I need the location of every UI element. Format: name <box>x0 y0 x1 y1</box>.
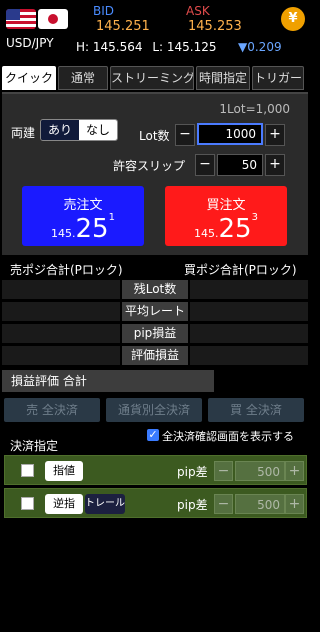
slippage-minus-button[interactable]: − <box>195 154 215 176</box>
sell-order-label: 売注文 <box>63 198 103 213</box>
sell-position-total-label: 売ポジ合計(Pロック) <box>10 263 123 277</box>
limit-exit-row: 指値 pip差 − 500 + <box>4 455 307 485</box>
tab-time[interactable]: 時間指定 <box>196 66 250 90</box>
buy-position-total-label: 買ポジ合計(Pロック) <box>184 263 297 277</box>
stop-pip-diff-label: pip差 <box>177 498 208 512</box>
remaining-lots-label: 残Lot数 <box>122 280 188 299</box>
limit-pip-input[interactable]: 500 <box>235 461 285 481</box>
price-change: ▼0.209 <box>238 40 282 54</box>
currency-pair[interactable]: USD/JPY <box>6 36 54 50</box>
buy-price: 145.253 <box>194 212 258 244</box>
slippage-input[interactable]: 50 <box>217 154 263 176</box>
currency-settle-all-button[interactable]: 通貨別全決済 <box>106 398 202 422</box>
high-low: H: 145.564 L: 145.125 <box>76 40 217 54</box>
sell-order-button[interactable]: 売注文 145.251 <box>22 186 144 246</box>
stop-minus-button[interactable]: − <box>214 494 233 514</box>
both-side-label: 両建 <box>11 126 36 140</box>
bid-price: 145.251 <box>96 19 150 34</box>
sell-pip-value <box>2 324 120 343</box>
confirm-label: 全決済確認画面を表示する <box>162 430 294 443</box>
eval-total-label: 損益評価 合計 <box>2 370 214 392</box>
stop-exit-row: 逆指 トレール pip差 − 500 + <box>4 488 307 518</box>
both-side-yes[interactable]: あり <box>41 120 79 140</box>
us-flag-icon <box>6 9 36 29</box>
tab-normal[interactable]: 通常 <box>58 66 108 90</box>
sell-eval-value <box>2 346 120 365</box>
buy-eval-value <box>190 346 308 365</box>
lot-label: Lot数 <box>139 129 170 143</box>
quote-header: USD/JPY BID ASK 145.251 145.253 H: 145.5… <box>0 0 310 64</box>
buy-order-label: 買注文 <box>206 198 246 213</box>
limit-checkbox[interactable] <box>21 464 34 477</box>
sell-avg-value <box>2 302 120 321</box>
order-type-tabs: クイック 通常 ストリーミング 時間指定 トリガー <box>0 66 310 90</box>
settle-spec-label: 決済指定 <box>10 439 59 453</box>
limit-label[interactable]: 指値 <box>45 461 83 481</box>
confirm-checkbox[interactable]: ✓ <box>147 429 159 441</box>
position-row-pip: pip損益 <box>2 324 308 343</box>
stop-label[interactable]: 逆指 <box>45 494 83 514</box>
lot-unit-note: 1Lot=1,000 <box>219 102 290 116</box>
eval-pl-label: 評価損益 <box>122 346 188 365</box>
tab-trigger[interactable]: トリガー <box>252 66 304 90</box>
position-row-avg: 平均レート <box>2 302 308 321</box>
stop-plus-button[interactable]: + <box>285 494 304 514</box>
sell-lots-value <box>2 280 120 299</box>
buy-pip-value <box>190 324 308 343</box>
lot-minus-button[interactable]: − <box>175 124 195 146</box>
ask-label: ASK <box>186 4 210 18</box>
quick-order-panel: 1Lot=1,000 両建 あり なし Lot数 − 1000 + 許容スリップ… <box>2 92 308 255</box>
stop-checkbox[interactable] <box>21 497 34 510</box>
jp-flag-icon <box>38 9 68 29</box>
buy-order-button[interactable]: 買注文 145.253 <box>165 186 287 246</box>
lot-plus-button[interactable]: + <box>265 124 285 146</box>
position-row-eval: 評価損益 <box>2 346 308 365</box>
both-side-toggle: あり なし <box>40 119 118 141</box>
yen-icon[interactable]: ¥ <box>281 7 305 31</box>
trail-button[interactable]: トレール <box>85 494 125 514</box>
sell-settle-all-button[interactable]: 売 全決済 <box>4 398 100 422</box>
stop-pip-input[interactable]: 500 <box>235 494 285 514</box>
tab-quick[interactable]: クイック <box>2 66 56 90</box>
slippage-label: 許容スリップ <box>113 159 186 173</box>
both-side-no[interactable]: なし <box>79 120 117 140</box>
low-value: L: 145.125 <box>152 40 217 54</box>
sell-price: 145.251 <box>51 212 115 244</box>
avg-rate-label: 平均レート <box>122 302 188 321</box>
buy-avg-value <box>190 302 308 321</box>
ask-price: 145.253 <box>188 19 242 34</box>
tab-streaming[interactable]: ストリーミング <box>110 66 194 90</box>
bid-label: BID <box>93 4 115 18</box>
buy-settle-all-button[interactable]: 買 全決済 <box>208 398 304 422</box>
limit-minus-button[interactable]: − <box>214 461 233 481</box>
slippage-plus-button[interactable]: + <box>265 154 285 176</box>
lot-input[interactable]: 1000 <box>197 123 263 145</box>
pip-pl-label: pip損益 <box>122 324 188 343</box>
buy-lots-value <box>190 280 308 299</box>
limit-plus-button[interactable]: + <box>285 461 304 481</box>
high-value: H: 145.564 <box>76 40 143 54</box>
limit-pip-diff-label: pip差 <box>177 465 208 479</box>
position-row-lots: 残Lot数 <box>2 280 308 299</box>
